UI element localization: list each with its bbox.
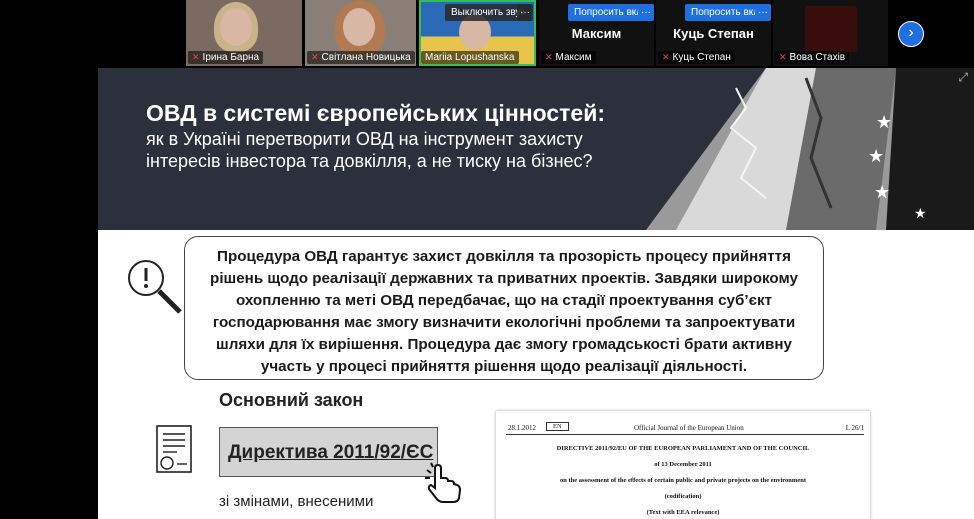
participant-tile[interactable]: Попросить вкл ··· Куць Степан ✕ Куць Степ… (656, 0, 771, 66)
certificate-document-icon (156, 425, 192, 473)
law-heading: Основний закон (219, 390, 364, 410)
participant-name: ✕ Світлана Новицька (307, 51, 415, 64)
participant-name: ✕ Куць Степан (658, 51, 735, 64)
mic-muted-icon: ✕ (662, 52, 670, 62)
ask-unmute-button[interactable]: Попросить вкл (685, 4, 766, 21)
doc-line: DIRECTIVE 2011/92/EU OF THE EUROPEAN PAR… (556, 445, 810, 452)
mic-muted-icon: ✕ (779, 52, 787, 62)
mic-muted-icon: ✕ (192, 52, 200, 62)
doc-journal: Official Journal of the European Union (634, 424, 744, 432)
callout-line: господарювання має змогу визначити еколо… (212, 314, 796, 331)
participant-tile[interactable]: ✕ Вова Стахів (773, 0, 888, 66)
doc-line: on the assessment of the effects of cert… (559, 477, 806, 484)
ask-unmute-button[interactable]: Попросить вкл (568, 4, 649, 21)
participant-name: ✕ Вова Стахів (775, 51, 850, 64)
callout-line: участь у процесі прийняття рішення щодо … (260, 358, 748, 375)
eu-journal-excerpt: 28.1.2012 EN Official Journal of the Eur… (496, 411, 870, 519)
participant-name: ✕ Максим (541, 51, 596, 64)
magnifier-warning-icon (128, 260, 182, 314)
callout-line: рішень щодо реалізації державних та прив… (210, 270, 798, 287)
doc-page: L 26/1 (845, 424, 864, 432)
slide-title: ОВД в системі європейських цінностей: (146, 100, 606, 126)
participant-name: ✕ Ірина Барна (188, 51, 264, 64)
fullscreen-icon[interactable]: ⤢ (958, 70, 968, 85)
amend-text: зі змінами, внесеними (219, 493, 374, 510)
doc-line: of 13 December 2011 (654, 461, 712, 468)
callout-line: Процедура ОВД гарантує захист довкілля т… (217, 248, 791, 265)
svg-text:★: ★ (876, 112, 892, 132)
svg-text:★: ★ (914, 205, 927, 221)
mic-muted-icon: ✕ (545, 52, 553, 62)
participant-avatar (805, 6, 857, 52)
participant-tile[interactable]: ✕ Світлана Новицька (305, 0, 416, 66)
shared-screen-slide: ОВД в системі європейських цінностей: як… (98, 68, 974, 519)
svg-text:★: ★ (868, 146, 884, 166)
more-button[interactable]: ··· (638, 4, 654, 21)
more-button[interactable]: ··· (755, 4, 771, 21)
doc-divider (506, 434, 864, 435)
doc-lang: EN (546, 422, 569, 431)
directive-link[interactable]: Директива 2011/92/ЄС (219, 427, 438, 477)
more-button[interactable]: ··· (517, 4, 533, 21)
participant-tile[interactable]: ✕ Ірина Барна (186, 0, 302, 66)
participant-tile[interactable]: Попросить вкл ··· Максим ✕ Максим (539, 0, 654, 66)
info-callout: Процедура ОВД гарантує захист довкілля т… (184, 236, 824, 380)
doc-line: (codification) (664, 493, 702, 500)
hand-click-icon (425, 462, 462, 503)
participant-tile-active[interactable]: Выключить звук ··· Mariia Lopushanska (419, 0, 536, 66)
participant-display-name: Куць Степан (673, 26, 754, 41)
slide-banner: ОВД в системі європейських цінностей: як… (98, 68, 974, 230)
participant-name: Mariia Lopushanska (421, 51, 519, 64)
doc-line: (Text with EEA relevance) (646, 509, 720, 516)
directive-label: Директива 2011/92/ЄС (228, 442, 434, 463)
callout-line: шляхи для їх вирішення. Процедура дає зм… (216, 336, 792, 353)
chevron-right-icon[interactable]: › (898, 21, 924, 47)
mic-muted-icon: ✕ (311, 52, 319, 62)
slide-subtitle: як в Україні перетворити ОВД на інструме… (146, 129, 593, 171)
eu-flag-photo: ★ ★ ★ ★ (646, 68, 974, 230)
callout-line: охопленню та меті ОВД передбачає, що на … (235, 292, 773, 309)
svg-text:★: ★ (874, 182, 890, 202)
participant-display-name: Максим (571, 26, 622, 41)
doc-date: 28.1.2012 (508, 424, 536, 432)
